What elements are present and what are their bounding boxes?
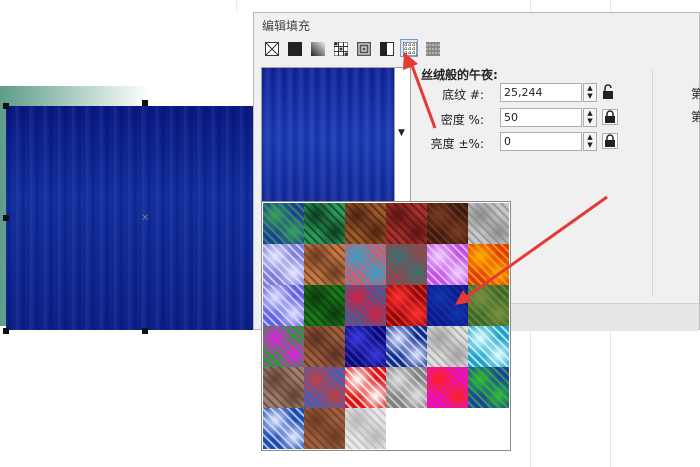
annotation-arrowhead <box>455 290 472 305</box>
annotation-arrowhead <box>403 52 418 70</box>
annotation-arrow <box>464 195 608 300</box>
annotation-arrow <box>408 59 437 129</box>
annotation-arrows <box>403 52 608 305</box>
